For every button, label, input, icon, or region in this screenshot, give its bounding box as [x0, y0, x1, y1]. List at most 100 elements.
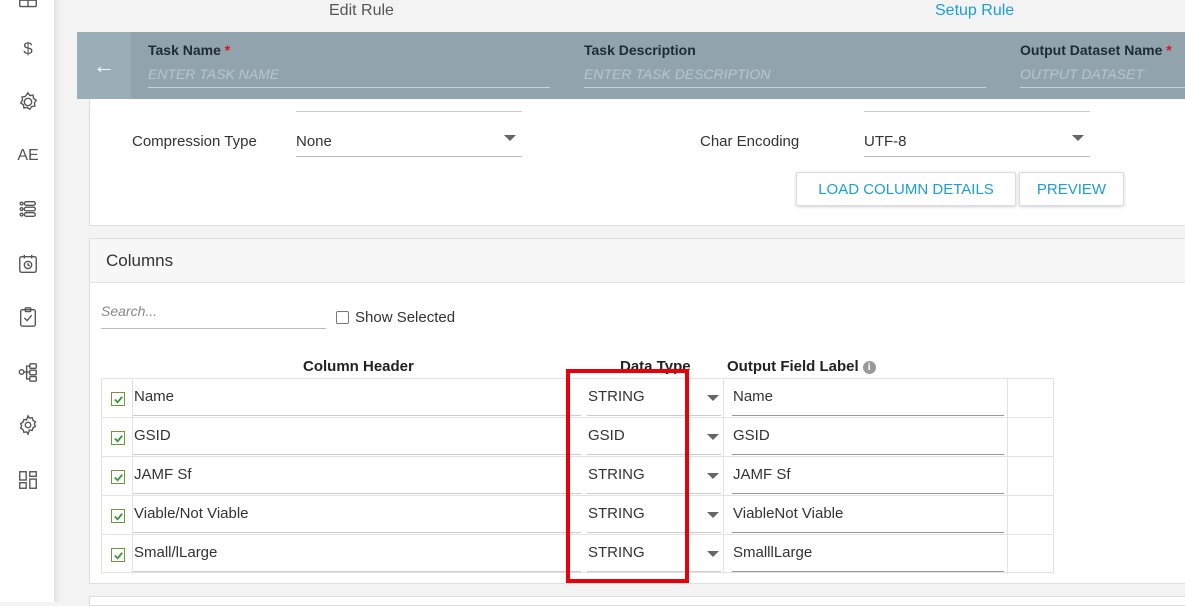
info-icon[interactable]: i — [862, 360, 876, 374]
cell-divider — [1007, 496, 1008, 535]
arrow-left-icon: ← — [93, 52, 115, 78]
calendar-clock-icon[interactable] — [14, 250, 42, 278]
chevron-down-icon[interactable] — [707, 512, 719, 518]
column-name[interactable]: JAMF Sf — [134, 466, 192, 483]
output-label-underline — [732, 415, 1004, 416]
column-name[interactable]: Viable/Not Viable — [134, 505, 249, 522]
edit-rule-link[interactable]: Edit Rule — [329, 2, 394, 20]
cell-divider — [101, 535, 102, 574]
task-header-bar: ← Task Name * ENTER TASK NAME Task Descr… — [77, 32, 1185, 99]
compression-type-value: None — [296, 133, 332, 150]
dashboard-icon[interactable] — [14, 466, 42, 494]
cell-divider — [1007, 418, 1008, 457]
chevron-down-icon[interactable] — [707, 434, 719, 440]
compression-type-select[interactable]: None — [296, 127, 522, 157]
cell-divider — [723, 379, 724, 418]
row-checkbox[interactable] — [111, 509, 125, 523]
row-checkbox[interactable] — [111, 392, 125, 406]
output-label-input[interactable]: Name — [733, 388, 773, 405]
setup-rule-link[interactable]: Setup Rule — [935, 2, 1014, 20]
cell-divider — [1007, 457, 1008, 496]
task-name-label: Task Name * — [148, 42, 550, 58]
output-label-input[interactable]: GSID — [733, 427, 770, 444]
dollar-glyph: $ — [23, 39, 33, 58]
task-name-input[interactable]: ENTER TASK NAME — [148, 66, 550, 88]
upper-field-underline — [864, 111, 1090, 112]
column-name-underline — [133, 532, 581, 533]
cell-divider — [132, 379, 133, 418]
row-checkbox[interactable] — [111, 548, 125, 562]
upper-field-underline — [296, 111, 522, 112]
output-label-input[interactable]: JAMF Sf — [733, 466, 791, 483]
column-name-underline — [133, 454, 581, 455]
checkmark-icon — [113, 473, 123, 482]
checkmark-icon — [113, 512, 123, 521]
chevron-down-icon[interactable] — [707, 551, 719, 557]
cell-divider — [723, 457, 724, 496]
cell-divider — [1053, 535, 1054, 574]
cell-divider — [101, 418, 102, 457]
output-label-underline — [732, 571, 1004, 572]
dollar-icon[interactable]: $ — [14, 35, 42, 63]
cell-divider — [1007, 535, 1008, 574]
cell-divider — [101, 379, 102, 418]
cell-divider — [132, 496, 133, 535]
output-field-label-heading: Output Field Label i — [727, 358, 876, 375]
checkbox-icon — [336, 311, 349, 324]
cell-divider — [132, 535, 133, 574]
column-name[interactable]: Small/lLarge — [134, 544, 217, 561]
back-button[interactable]: ← — [77, 32, 131, 99]
char-encoding-label: Char Encoding — [700, 133, 800, 150]
column-name-underline — [133, 415, 581, 416]
checkmark-icon — [113, 395, 123, 404]
cell-divider — [723, 535, 724, 574]
chevron-down-icon[interactable] — [707, 395, 719, 401]
load-column-details-button[interactable]: LOAD COLUMN DETAILS — [796, 172, 1016, 206]
top-nav: Edit Rule Setup Rule — [61, 0, 1185, 32]
output-label-underline — [732, 493, 1004, 494]
column-header-heading: Column Header — [303, 358, 414, 375]
checkmark-icon — [113, 434, 123, 443]
chevron-down-icon[interactable] — [707, 473, 719, 479]
list-icon[interactable] — [14, 195, 42, 223]
ae-icon[interactable]: AE — [14, 142, 42, 170]
cell-divider — [1007, 379, 1008, 418]
output-label-input[interactable]: SmalllLarge — [733, 544, 812, 561]
badge-gear-icon[interactable] — [14, 88, 42, 116]
cell-divider — [723, 496, 724, 535]
cell-divider — [1053, 418, 1054, 457]
task-description-label: Task Description — [584, 42, 696, 58]
column-name[interactable]: GSID — [134, 427, 171, 444]
flow-icon[interactable] — [14, 358, 42, 386]
column-name[interactable]: Name — [134, 388, 174, 405]
checkmark-icon — [113, 551, 123, 560]
file-settings-panel: Compression Type None Char Encoding UTF-… — [89, 99, 1185, 226]
clipboard-check-icon[interactable] — [14, 303, 42, 331]
char-encoding-value: UTF-8 — [864, 133, 907, 150]
task-name-field: Task Name * ENTER TASK NAME — [148, 42, 550, 88]
output-dataset-label: Output Dataset Name * — [1020, 42, 1185, 58]
data-type-highlight-box — [566, 369, 689, 583]
task-description-field: Task Description ENTER TASK DESCRIPTION — [584, 42, 986, 88]
settings-icon[interactable] — [14, 411, 42, 439]
output-label-input[interactable]: ViableNot Viable — [733, 505, 843, 522]
required-mark: * — [1166, 42, 1172, 58]
output-field-label-heading-text: Output Field Label — [727, 358, 859, 375]
chevron-down-icon — [504, 135, 516, 141]
compression-type-label: Compression Type — [132, 133, 257, 150]
show-selected-checkbox[interactable]: Show Selected — [336, 309, 455, 326]
preview-button[interactable]: PREVIEW — [1019, 172, 1124, 206]
show-selected-label: Show Selected — [355, 309, 456, 326]
ae-glyph: AE — [17, 147, 39, 164]
output-dataset-field: Output Dataset Name * OUTPUT DATASET — [1020, 42, 1185, 88]
row-checkbox[interactable] — [111, 470, 125, 484]
row-checkbox[interactable] — [111, 431, 125, 445]
output-dataset-label-text: Output Dataset Name — [1020, 42, 1163, 58]
char-encoding-select[interactable]: UTF-8 — [864, 127, 1090, 157]
grid-icon[interactable] — [14, 0, 42, 16]
output-label-underline — [732, 454, 1004, 455]
cell-divider — [101, 496, 102, 535]
search-input[interactable]: Search... — [101, 301, 326, 329]
output-dataset-input[interactable]: OUTPUT DATASET — [1020, 66, 1185, 88]
task-description-input[interactable]: ENTER TASK DESCRIPTION — [584, 66, 986, 88]
